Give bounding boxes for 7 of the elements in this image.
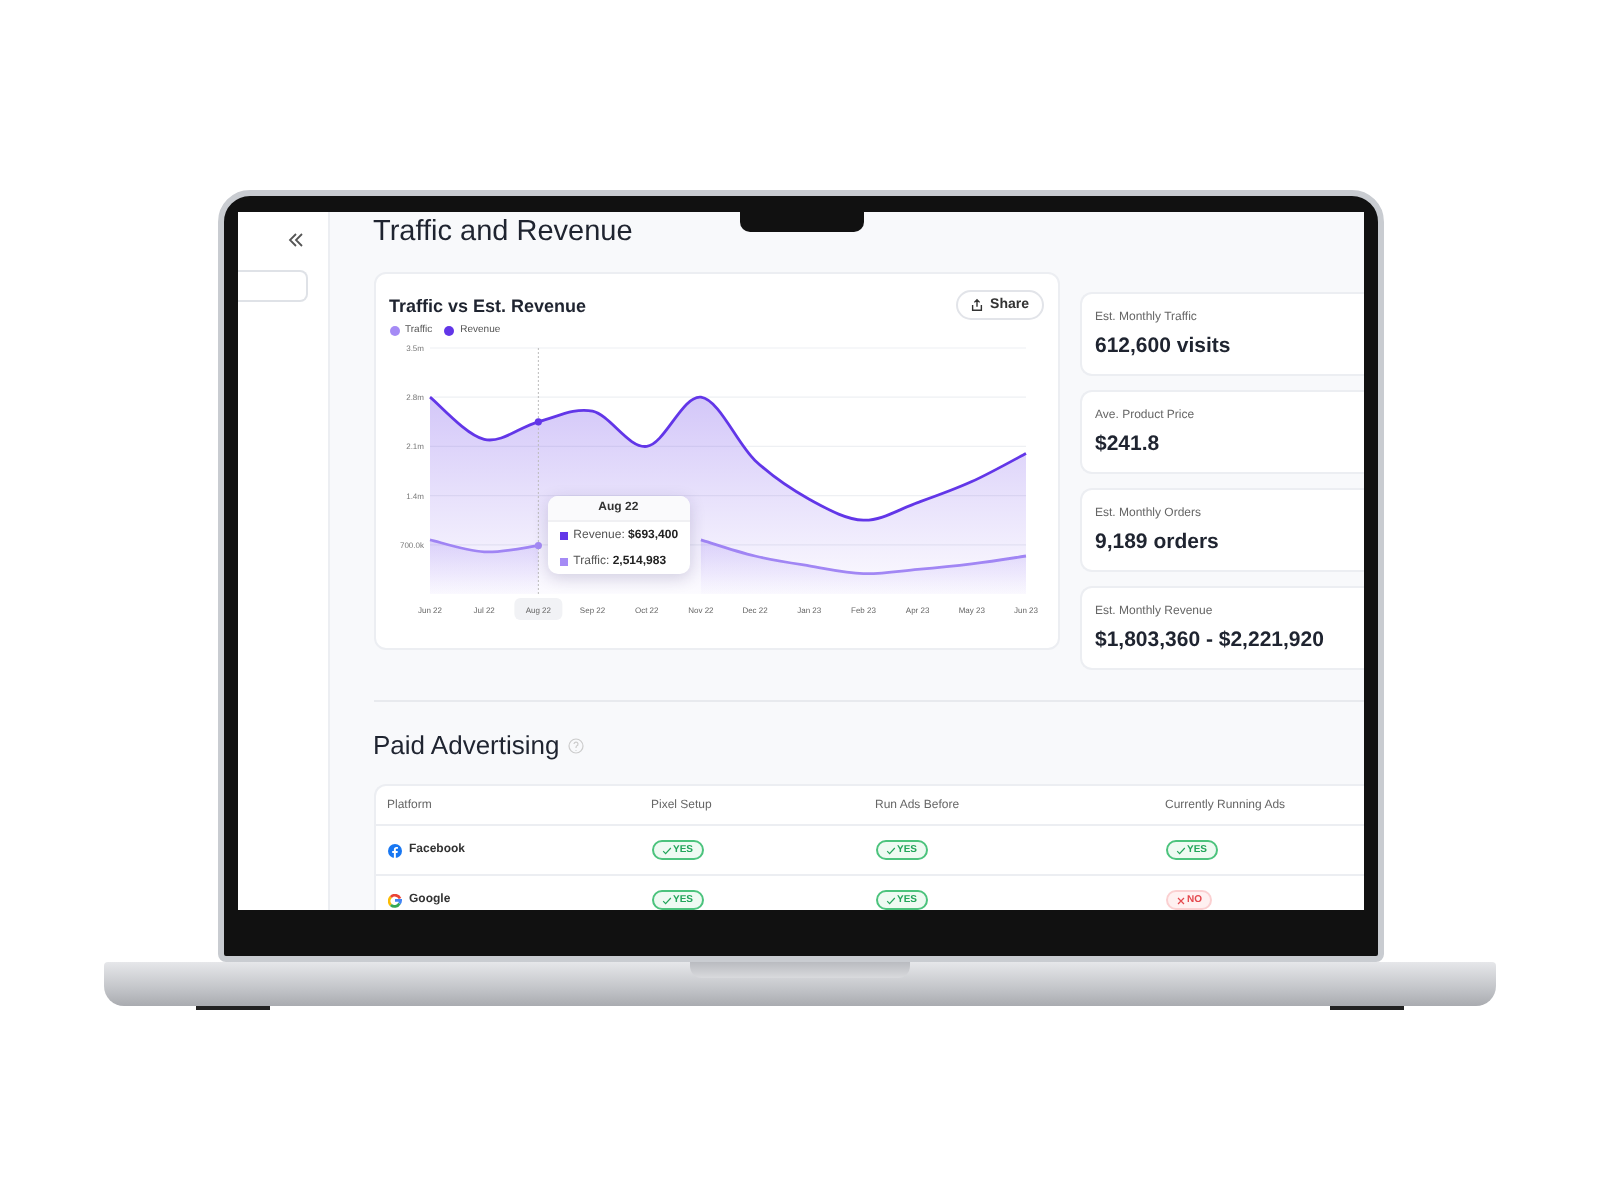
section-title: Traffic and Revenue [373, 216, 633, 248]
stat-value: $241.8 [1095, 432, 1162, 456]
stat-value: 612,600 visits [1095, 334, 1233, 358]
section-title: Paid Advertising [373, 730, 560, 760]
chart-title: Traffic vs Est. Revenue [389, 295, 587, 315]
stat-value: $1,803,360 - $2,221,920 [1095, 628, 1326, 652]
stat-value: 9,189 orders [1095, 530, 1221, 554]
